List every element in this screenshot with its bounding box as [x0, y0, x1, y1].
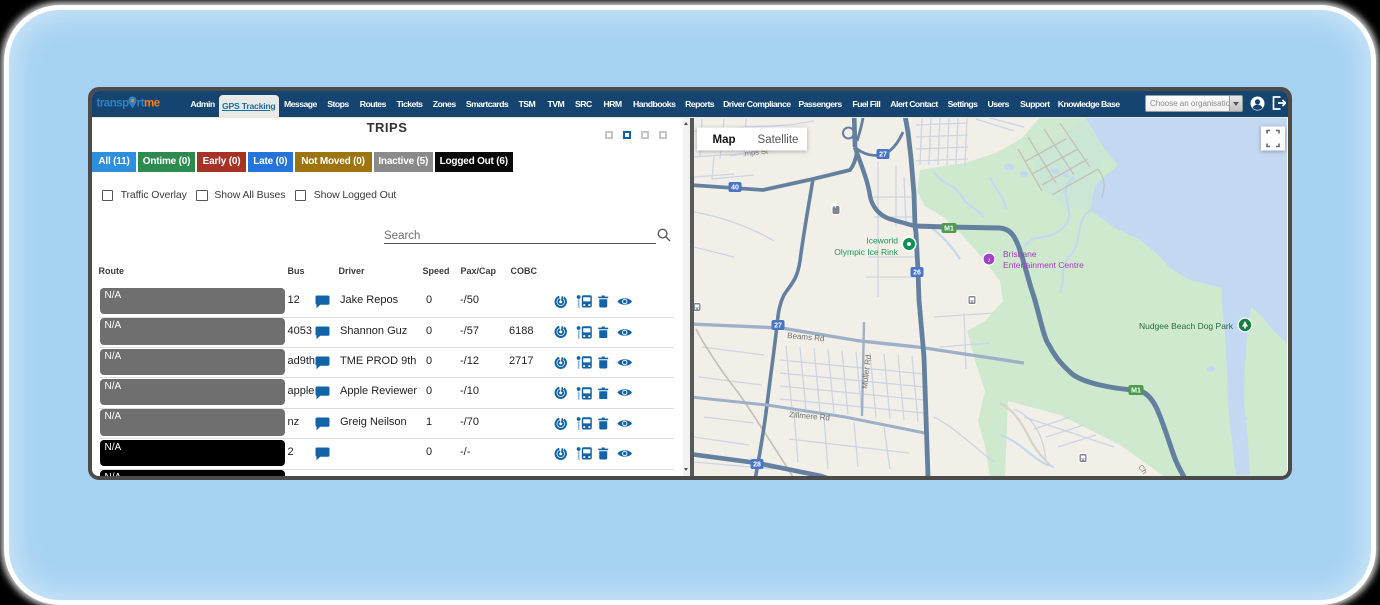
svg-text:Satellite: Satellite — [758, 134, 799, 146]
svg-text:M1: M1 — [944, 225, 954, 232]
svg-text:M1: M1 — [1131, 387, 1141, 394]
svg-text:Map: Map — [713, 134, 736, 146]
svg-text:Olympic Ice Rink: Olympic Ice Rink — [834, 247, 899, 257]
svg-text:Nudgee Beach Dog Park: Nudgee Beach Dog Park — [1139, 321, 1234, 331]
svg-text:♪: ♪ — [987, 257, 991, 264]
svg-text:40: 40 — [731, 184, 739, 191]
svg-text:27: 27 — [879, 151, 887, 158]
svg-text:Iceworld: Iceworld — [866, 235, 898, 245]
svg-text:26: 26 — [913, 269, 921, 276]
svg-text:28: 28 — [753, 461, 761, 468]
svg-text:Brisbane: Brisbane — [1003, 249, 1037, 259]
svg-text:27: 27 — [774, 322, 782, 329]
svg-text:Entertainment Centre: Entertainment Centre — [1003, 260, 1084, 270]
